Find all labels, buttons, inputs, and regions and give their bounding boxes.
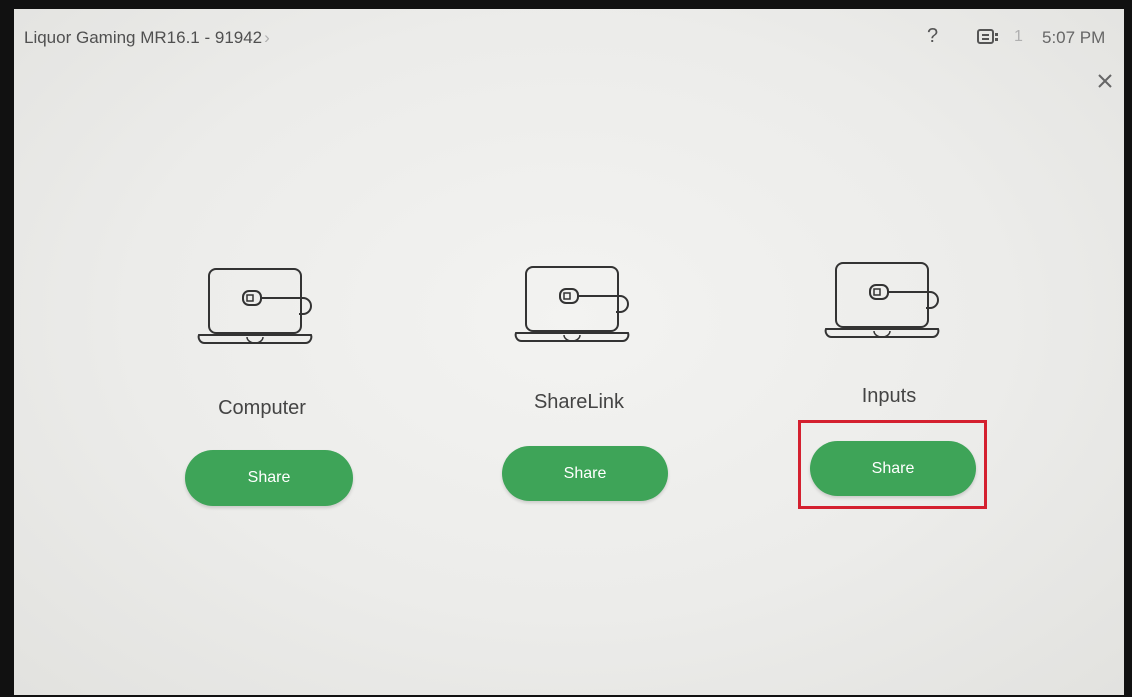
highlight-box <box>798 420 987 509</box>
laptop-cable-icon <box>197 268 313 344</box>
option-inputs: Inputs <box>769 261 1009 408</box>
option-sharelink: ShareLink <box>459 265 699 414</box>
camera-icon[interactable] <box>976 27 1002 47</box>
room-title-text: Liquor Gaming MR16.1 - 91942 <box>24 28 263 47</box>
help-icon[interactable]: ? <box>927 25 938 48</box>
share-computer-button[interactable]: Share <box>185 450 353 506</box>
share-sharelink-button[interactable]: Share <box>502 446 668 501</box>
chevron-right-icon: › <box>264 28 270 47</box>
room-title[interactable]: Liquor Gaming MR16.1 - 91942 › <box>24 28 270 48</box>
clock: 5:07 PM <box>1042 28 1106 47</box>
option-label-inputs: Inputs <box>861 385 917 407</box>
laptop-cable-icon <box>824 262 940 338</box>
photo-frame: Liquor Gaming MR16.1 - 91942 › ? 1 5:07 P… <box>0 0 1132 697</box>
laptop-cable-icon <box>514 266 630 342</box>
participant-count: 1 <box>1014 28 1023 45</box>
option-label-sharelink: ShareLink <box>533 391 625 413</box>
option-computer: Computer <box>142 267 382 420</box>
option-label-computer: Computer <box>218 397 306 419</box>
touch-panel-screen: Liquor Gaming MR16.1 - 91942 › ? 1 5:07 P… <box>14 9 1124 695</box>
close-icon[interactable] <box>1097 73 1113 89</box>
top-bar: Liquor Gaming MR16.1 - 91942 › ? 1 5:07 P… <box>14 9 1124 67</box>
